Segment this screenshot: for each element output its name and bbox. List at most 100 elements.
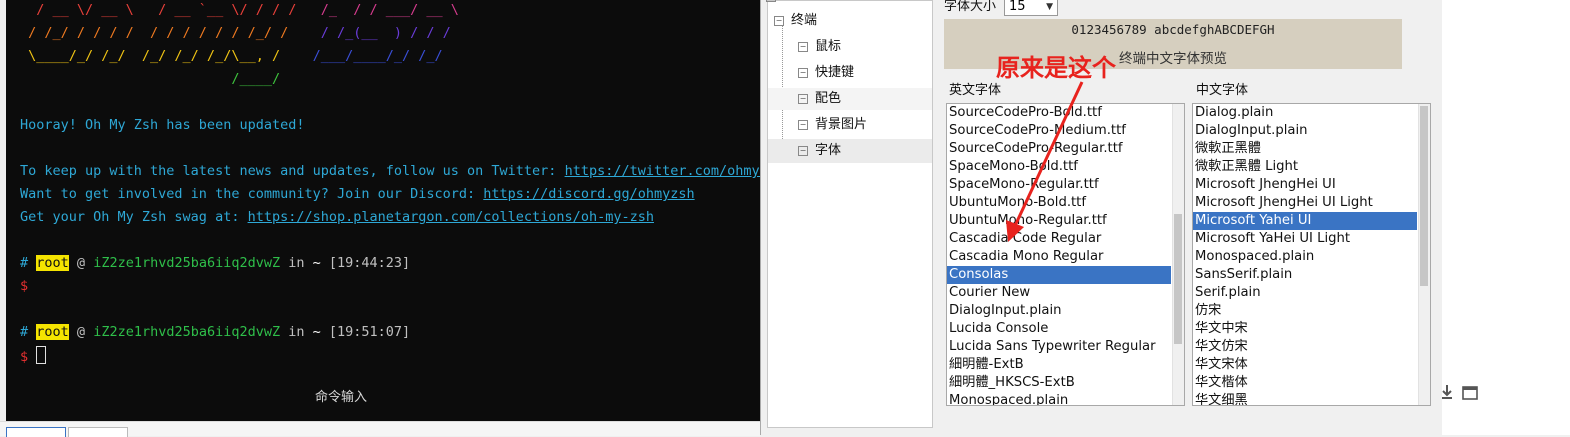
chinese-scroll-thumb[interactable] [1420,106,1428,286]
prompt-host: iZ2ze1rhvd25ba6iiq2dvwZ [93,324,281,340]
ascii-segment: / /_(__ ) / / / [304,25,451,41]
font-list-item[interactable]: Microsoft YaHei UI Light [1193,230,1417,248]
collapse-icon: − [798,146,808,156]
tab-strip [0,421,760,437]
annotation-arrow [1006,81,1084,242]
ascii-segment: / /_/ / / / / / / / / / / /_/ / [20,25,305,41]
terminal-cursor [36,346,47,364]
collapse-icon: − [798,42,808,52]
ascii-line: / __ \/ __ \ / __ `__ \/ / / / /_ / / __… [20,1,459,19]
chinese-font-items: Dialog.plain DialogInput.plain 微軟正黑體 微軟正黑體 … [1193,104,1417,405]
font-list-item[interactable]: 微軟正黑體 [1193,140,1417,158]
discord-link[interactable]: https://discord.gg/ohmyzsh [483,186,694,202]
font-list-item[interactable]: Microsoft JhengHei UI [1193,176,1417,194]
tree-item-background[interactable]: − 背景图片 [798,114,867,136]
collapse-icon: − [798,68,808,78]
prompt-hash: # [20,324,29,340]
updated-message: Hooray! Oh My Zsh has been updated! [20,117,305,133]
font-list-item[interactable]: 华文宋体 [1193,356,1417,374]
font-list-item[interactable]: 細明體-ExtB [947,356,1171,374]
swag-link[interactable]: https://shop.planetargon.com/collections… [248,209,654,225]
tree-item-label: 配色 [815,91,842,106]
chinese-font-list[interactable]: Dialog.plain DialogInput.plain 微軟正黑體 微軟正黑體 … [1192,103,1431,406]
preview-english: 0123456789 abcdefghABCDEFGH [1071,22,1275,37]
prompt-line: # root @ iZ2ze1rhvd25ba6iiq2dvwZ in ~ [1… [20,323,410,341]
english-scrollbar[interactable] [1172,104,1184,405]
font-size-select[interactable]: 15 ▼ [1004,0,1058,16]
prompt-in: in [280,324,313,340]
font-list-item[interactable]: 华文楷体 [1193,374,1417,392]
tree-item-label: 字体 [815,143,842,158]
twitter-link[interactable]: https://twitter.com/ohmyzsh [565,163,760,179]
english-scroll-thumb[interactable] [1174,214,1182,344]
tree-item-terminal[interactable]: − 终端 [774,10,817,32]
font-list-item[interactable]: Consolas [947,266,1171,284]
collapse-icon: − [774,16,784,26]
font-list-item[interactable]: Monospaced.plain [1193,248,1417,266]
session-tab[interactable] [68,427,128,437]
twitter-line: To keep up with the latest news and upda… [20,162,760,180]
tree-item-hidden[interactable]: − [766,0,783,8]
tree-item-shortcuts[interactable]: − 快捷键 [798,62,854,84]
font-list-item[interactable]: Courier New [947,284,1171,302]
ascii-segment: /___/____/_/ /_/ [304,48,443,64]
font-list-item[interactable]: 微軟正黑體 Light [1193,158,1417,176]
tree-item-mouse[interactable]: − 鼠标 [798,36,841,58]
terminal-panel[interactable]: / __ \/ __ \ / __ `__ \/ / / / /_ / / __… [6,0,760,421]
prompt-user: root [36,255,69,271]
chinese-font-header: 中文字体 [1196,83,1249,98]
tree-item-label: 鼠标 [815,39,842,54]
twitter-text: To keep up with the latest news and upda… [20,163,565,179]
collapse-icon: − [798,120,808,130]
prompt-time: [19:51:07] [320,324,411,340]
font-list-item[interactable]: 华文中宋 [1193,320,1417,338]
prompt-user: root [36,324,69,340]
chinese-scrollbar[interactable] [1418,104,1430,405]
tree-item-font[interactable]: − 字体 [798,140,841,162]
font-list-item[interactable]: Lucida Sans Typewriter Regular [947,338,1171,356]
tree-item-colors[interactable]: − 配色 [798,88,841,110]
tree-hover-row [768,88,932,110]
prompt-dir: ~ [312,255,321,271]
font-list-item[interactable]: DialogInput.plain [947,302,1171,320]
ascii-segment: / __ \/ __ \ / __ `__ \/ / / / [20,2,313,18]
ascii-line: / /_/ / / / / / / / / / / /_/ / / /_(__ … [20,24,451,42]
session-tab[interactable] [6,427,66,437]
font-list-item[interactable]: Microsoft Yahei UI [1193,212,1417,230]
discord-line: Want to get involved in the community? J… [20,185,695,203]
window-icon[interactable] [1462,386,1478,404]
font-list-item[interactable]: 华文仿宋 [1193,338,1417,356]
swag-line: Get your Oh My Zsh swag at: https://shop… [20,208,654,226]
command-input-label[interactable]: 命令输入 [6,386,676,405]
font-list-item[interactable]: Monospaced.plain [947,392,1171,405]
prompt-input-line[interactable]: $ [20,346,47,366]
font-list-item[interactable]: 細明體_HKSCS-ExtB [947,374,1171,392]
ascii-segment: \____/_/ /_/ /_/ /_/ /_/\__, / [20,48,305,64]
prompt-at: @ [68,255,94,271]
download-icon[interactable] [1440,384,1454,404]
prompt-dir: ~ [312,324,321,340]
collapse-icon: − [766,0,776,2]
prompt-host: iZ2ze1rhvd25ba6iiq2dvwZ [93,255,281,271]
prompt-dollar: $ [20,278,29,294]
font-list-item[interactable]: Dialog.plain [1193,104,1417,122]
font-list-item[interactable]: SansSerif.plain [1193,266,1417,284]
font-size-value: 15 [1009,0,1026,14]
prompt-dollar: $ [20,349,29,365]
ascii-line: \____/_/ /_/ /_/ /_/ /_/\__, / /___/____… [20,47,443,65]
font-list-item[interactable]: Cascadia Mono Regular [947,248,1171,266]
font-list-item[interactable]: 仿宋 [1193,302,1417,320]
font-list-item[interactable]: Serif.plain [1193,284,1417,302]
chevron-down-icon: ▼ [1046,2,1053,12]
ascii-segment: /_ / / ___/ __ \ [312,2,459,18]
right-background [1442,0,1570,435]
font-list-item[interactable]: Lucida Console [947,320,1171,338]
font-list-item[interactable]: Microsoft JhengHei UI Light [1193,194,1417,212]
prompt-hash: # [20,255,29,271]
font-size-label: 字体大小 [944,0,997,14]
annotation-text: 原来是这个 [996,54,1116,82]
font-list-item[interactable]: 华文细黑 [1193,392,1417,405]
ascii-segment: /____/ [20,71,281,87]
font-list-item[interactable]: DialogInput.plain [1193,122,1417,140]
discord-text: Want to get involved in the community? J… [20,186,484,202]
